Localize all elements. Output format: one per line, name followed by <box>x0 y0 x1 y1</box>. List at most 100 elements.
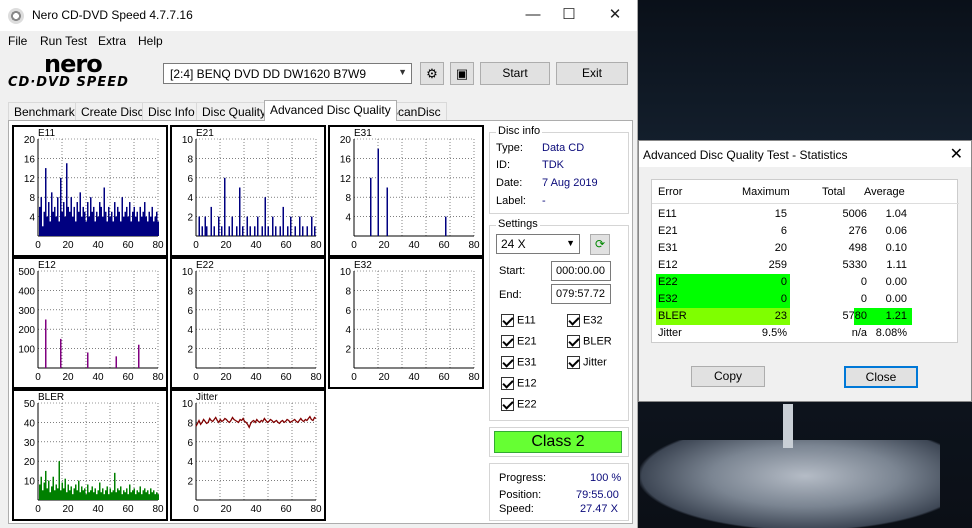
menu-run-test[interactable]: Run Test <box>40 34 87 48</box>
x-tick-label: 60 <box>280 372 292 383</box>
close-window-button[interactable]: ✕ <box>600 4 630 26</box>
checkbox-e21[interactable]: E21 <box>501 335 537 349</box>
chart-e22-plot: 1086420 20 40 60 80 <box>182 267 322 383</box>
bar <box>103 187 105 236</box>
cell-maximum: 6 <box>780 225 787 237</box>
menu-file[interactable]: File <box>8 34 27 48</box>
maximize-button[interactable]: ☐ <box>554 4 584 26</box>
y-tick-label: 30 <box>24 438 36 449</box>
tab-disc-quality[interactable]: Disc Quality <box>196 102 273 121</box>
bar <box>45 168 47 236</box>
checkbox-e11[interactable]: E11 <box>501 314 536 328</box>
start-label: Start: <box>499 265 526 277</box>
x-tick-label: 60 <box>122 504 134 515</box>
exit-button[interactable]: Exit <box>556 62 628 85</box>
close-button[interactable]: Close <box>844 366 918 388</box>
cell-maximum: 0 <box>780 293 787 305</box>
bar <box>231 216 233 236</box>
disc-date-label: Date: <box>496 177 523 189</box>
y-tick-label: 10 <box>182 135 194 146</box>
statistics-title: Advanced Disc Quality Test - Statistics <box>643 148 848 162</box>
minimize-button[interactable]: — <box>518 4 548 26</box>
bar <box>117 488 119 500</box>
bar <box>129 202 131 236</box>
tab-advanced-disc-quality[interactable]: Advanced Disc Quality <box>264 100 397 121</box>
start-button[interactable]: Start <box>480 62 550 85</box>
y-tick-label: 8 <box>187 154 193 165</box>
checkbox-jitter[interactable]: Jitter <box>567 356 607 370</box>
cell-maximum: 15 <box>774 208 787 220</box>
menu-extra[interactable]: Extra <box>98 34 126 48</box>
checkbox-e12[interactable]: E12 <box>501 377 537 391</box>
bar <box>40 197 42 236</box>
bar <box>151 492 153 500</box>
x-tick-label: 80 <box>468 240 480 251</box>
y-tick-label: 20 <box>24 135 36 146</box>
chevron-down-icon: ▼ <box>398 67 407 77</box>
x-tick-label: 80 <box>152 504 164 515</box>
main-window: Nero CD-DVD Speed 4.7.7.16 — ☐ ✕ File Ru… <box>0 0 638 528</box>
drive-info-button[interactable]: ⚙ <box>420 62 444 85</box>
bar <box>96 211 98 236</box>
bar <box>272 216 274 236</box>
statistics-dialog: Advanced Disc Quality Test - Statistics … <box>638 140 972 402</box>
chart-e21-plot: 1086420 20 40 60 80 <box>182 135 322 251</box>
save-button[interactable]: ▣ <box>450 62 474 85</box>
bar <box>66 492 68 500</box>
end-field[interactable]: 079:57.72 <box>551 284 611 304</box>
bar <box>64 216 66 236</box>
x-tick-label: 60 <box>122 240 134 251</box>
tab-create-disc[interactable]: Create Disc <box>75 102 150 121</box>
cell-error: E31 <box>658 242 678 254</box>
disc-info-title: Disc info <box>496 125 543 137</box>
tab-disc-info[interactable]: Disc Info <box>142 102 201 121</box>
y-tick-label: 50 <box>24 399 36 410</box>
bar <box>294 226 296 236</box>
checkbox-e22[interactable]: E22 <box>501 398 537 412</box>
bar <box>78 480 80 500</box>
menu-help[interactable]: Help <box>138 34 163 48</box>
bar <box>370 177 372 236</box>
close-icon[interactable]: ✕ <box>950 144 963 164</box>
y-tick-label: 4 <box>187 325 193 336</box>
bar <box>257 216 259 236</box>
bar <box>228 226 230 236</box>
bar <box>115 356 117 368</box>
x-tick-label: 0 <box>351 372 357 383</box>
bar <box>105 211 107 236</box>
x-tick-label: 0 <box>193 372 199 383</box>
drive-settings-icon: ⚙ <box>426 66 438 81</box>
bar <box>290 216 292 236</box>
bar <box>76 202 78 236</box>
checkbox-e32[interactable]: E32 <box>567 314 603 328</box>
bar <box>81 216 83 236</box>
bar <box>127 494 129 500</box>
x-tick-label: 80 <box>152 240 164 251</box>
x-tick-label: 20 <box>220 240 232 251</box>
chart-bler-plot: 50 40 30 20 10 0 20 40 60 80 <box>24 399 164 515</box>
cell-average: 1.04 <box>885 208 907 220</box>
refresh-button[interactable]: ⟳ <box>590 234 610 255</box>
tab-benchmark[interactable]: Benchmark <box>8 102 81 121</box>
bar <box>135 494 137 500</box>
copy-button[interactable]: Copy <box>691 366 765 387</box>
disc-type-label: Type: <box>496 142 523 154</box>
bar <box>61 482 63 500</box>
cell-total: n/a <box>851 327 867 339</box>
bar <box>198 216 200 236</box>
speed-select[interactable]: 24 X ▼ <box>496 234 580 254</box>
bar <box>132 490 134 500</box>
checkbox-bler[interactable]: BLER <box>567 335 612 349</box>
bar <box>115 492 117 500</box>
bar <box>61 211 63 236</box>
drive-select[interactable]: [2:4] BENQ DVD DD DW1620 B7W9 ▼ <box>163 63 412 84</box>
cell-total: 498 <box>848 242 867 254</box>
bar <box>78 211 80 236</box>
start-field[interactable]: 000:00.00 <box>551 261 611 281</box>
cell-error: E21 <box>658 225 678 237</box>
bar <box>275 226 277 236</box>
cell-total: 276 <box>848 225 867 237</box>
cell-total: 0 <box>860 293 867 305</box>
checkbox-e31[interactable]: E31 <box>501 356 537 370</box>
bar <box>60 490 62 500</box>
